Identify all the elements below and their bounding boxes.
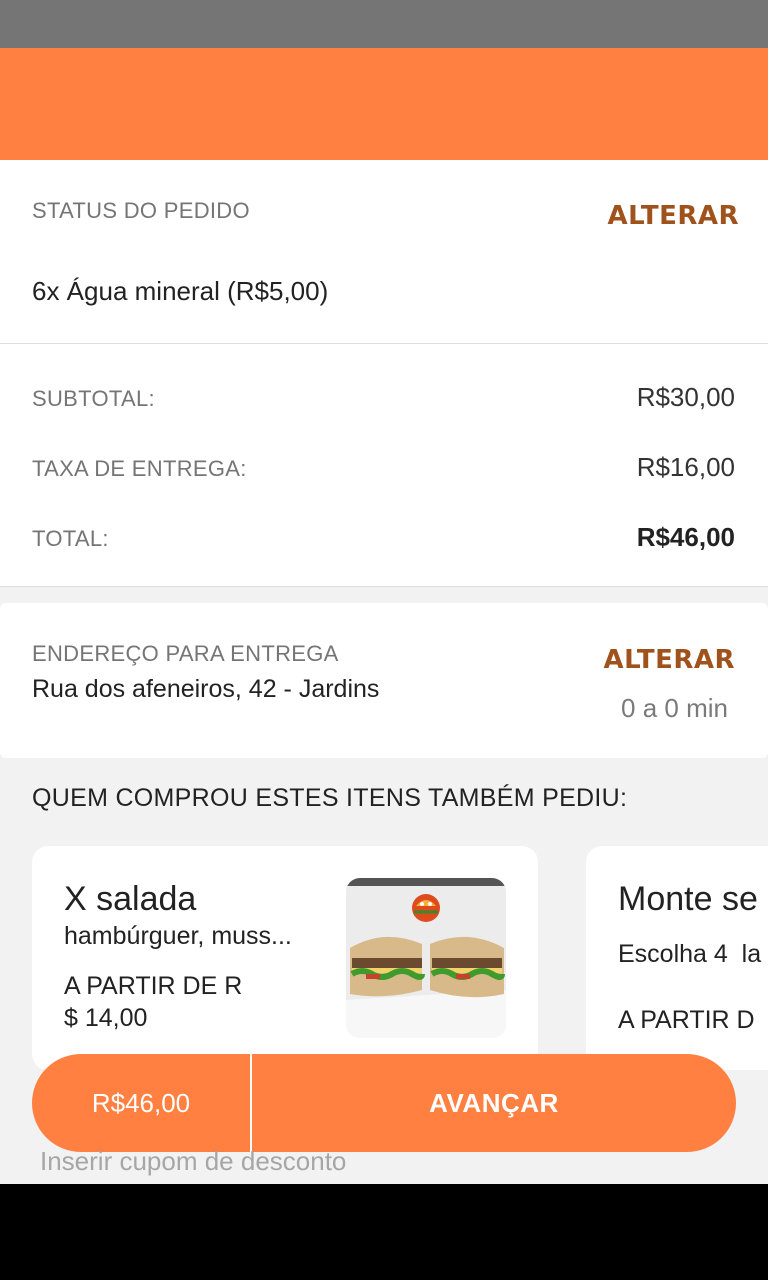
delivery-fee-value: R$16,00	[636, 452, 735, 482]
product-image	[346, 878, 506, 1038]
alter-address-button[interactable]: ALTERAR	[603, 645, 735, 675]
product-description: hambúrguer, muss...	[64, 922, 292, 950]
product-card[interactable]: X salada hambúrguer, muss... A PARTIR DE…	[32, 846, 538, 1070]
cta-total-price: R$46,00	[32, 1054, 252, 1152]
address-label: ENDEREÇO PARA ENTREGA	[32, 641, 339, 666]
suggestions-title: QUEM COMPROU ESTES ITENS TAMBÉM PEDIU:	[32, 784, 628, 812]
app-bar	[0, 48, 768, 160]
subtotal-value: R$30,00	[636, 382, 735, 412]
checkout-bar: R$46,00 AVANÇAR	[32, 1054, 736, 1152]
product-card[interactable]: Monte se Escolha 4 la A PARTIR D	[586, 846, 768, 1070]
product-name: Monte se	[618, 880, 758, 918]
product-price-line-1: A PARTIR DE R	[64, 972, 243, 1000]
alter-order-button[interactable]: ALTERAR	[607, 201, 739, 231]
advance-button[interactable]: AVANÇAR	[252, 1054, 736, 1152]
product-name: X salada	[64, 880, 197, 918]
total-value: R$46,00	[636, 522, 735, 552]
subtotal-label: SUBTOTAL:	[32, 386, 155, 411]
status-bar	[0, 0, 768, 48]
sandwich-image	[346, 878, 506, 1038]
coupon-input[interactable]: Inserir cupom de desconto	[40, 1146, 346, 1177]
delivery-address-card: ENDEREÇO PARA ENTREGA Rua dos afeneiros,…	[0, 603, 768, 758]
totals-card: SUBTOTAL: R$30,00 TAXA DE ENTREGA: R$16,…	[0, 344, 768, 587]
order-status-card: STATUS DO PEDIDO ALTERAR 6x Água mineral…	[0, 160, 768, 344]
order-status-label: STATUS DO PEDIDO	[32, 198, 250, 223]
delivery-eta: 0 a 0 min	[621, 693, 728, 723]
product-description: Escolha 4 la	[618, 940, 762, 968]
order-item-line: 6x Água mineral (R$5,00)	[32, 276, 329, 306]
address-value: Rua dos afeneiros, 42 - Jardins	[32, 675, 380, 703]
total-label: TOTAL:	[32, 526, 109, 551]
product-price-line-2: $ 14,00	[64, 1004, 148, 1032]
navigation-bar	[0, 1184, 768, 1280]
product-price-line-1: A PARTIR D	[618, 1006, 755, 1034]
delivery-fee-label: TAXA DE ENTREGA:	[32, 456, 247, 481]
